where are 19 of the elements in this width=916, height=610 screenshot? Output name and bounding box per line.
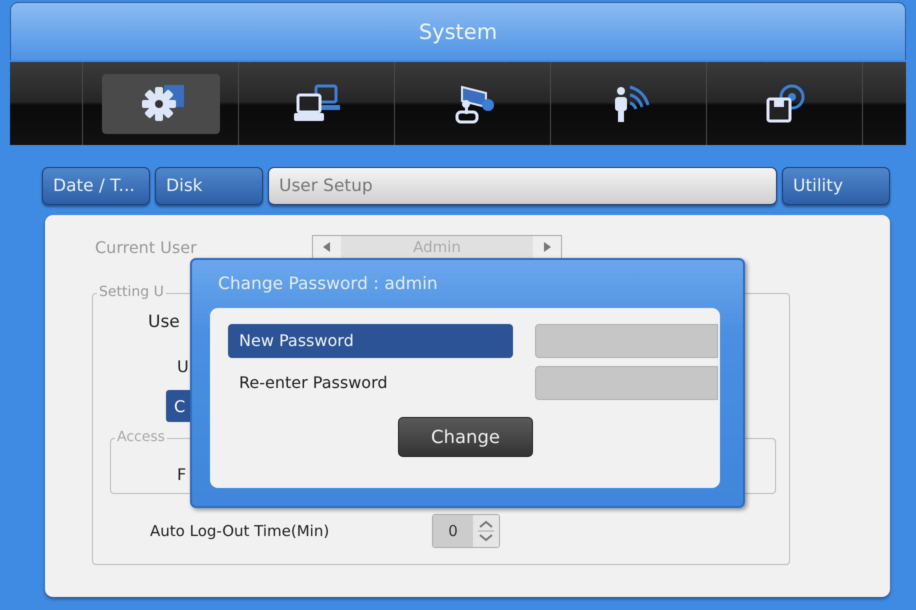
access-label: F: [177, 465, 188, 484]
group-button[interactable]: C: [166, 390, 190, 422]
password-field[interactable]: [535, 324, 718, 358]
tab[interactable]: User Setup: [268, 167, 777, 205]
group-legend: Setting U: [97, 284, 166, 300]
password-field[interactable]: [535, 366, 718, 400]
window-title: System: [418, 20, 498, 44]
dialog-title: Change Password : admin: [218, 274, 439, 296]
change-button[interactable]: Change: [398, 417, 533, 457]
toolbar-button[interactable]: [102, 74, 220, 134]
field-label[interactable]: Re-enter Password: [228, 366, 513, 400]
tab[interactable]: Utility: [782, 167, 890, 205]
tab[interactable]: Date / T...: [42, 167, 150, 205]
field-label[interactable]: New Password: [228, 324, 513, 358]
row-label: U: [177, 357, 189, 376]
user-label: Use: [148, 312, 181, 332]
current-user-label: Current User: [94, 238, 198, 256]
auto-logout-label: Auto Log-Out Time(Min): [150, 522, 330, 540]
tab[interactable]: Disk: [155, 167, 263, 205]
